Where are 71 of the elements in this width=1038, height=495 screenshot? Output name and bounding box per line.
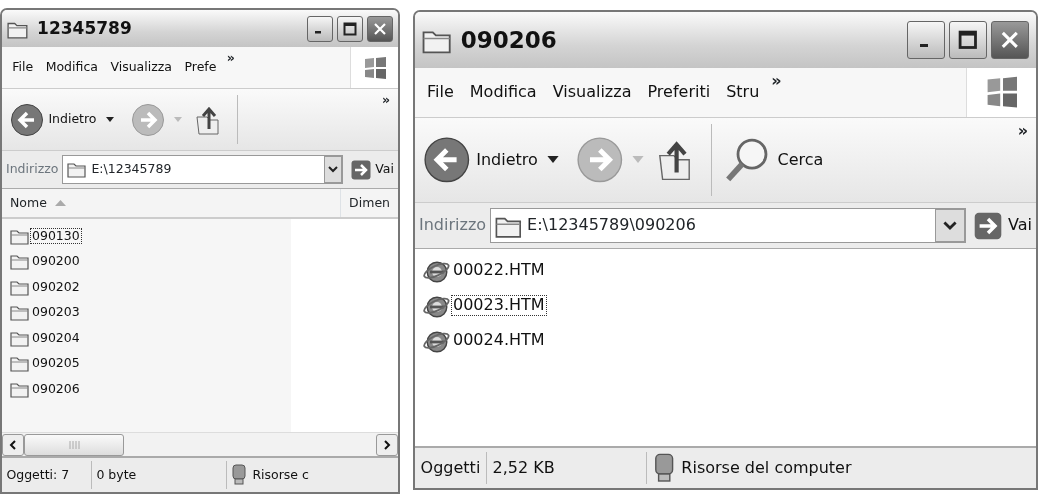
dropdown-caret-icon[interactable] <box>545 155 560 165</box>
status-pane: Oggetti: 7 <box>2 461 92 489</box>
search-button[interactable]: Cerca <box>724 136 824 184</box>
folder-icon <box>67 160 88 179</box>
menu-item[interactable]: File <box>419 83 462 102</box>
folder-name[interactable]: 090204 <box>30 329 82 346</box>
address-label: Indirizzo <box>419 216 487 235</box>
folder-name[interactable]: 090206 <box>30 380 82 397</box>
status-pane: Risorse c <box>227 461 398 489</box>
menu-item[interactable]: Visualizza <box>104 60 179 75</box>
status-pane: Risorse del computer <box>646 452 1036 484</box>
dropdown-button[interactable] <box>935 208 966 243</box>
grip-icon <box>68 440 80 449</box>
web-page-name[interactable]: 00024.HTM <box>451 330 547 351</box>
menu-item[interactable]: Modifica <box>461 83 545 102</box>
menu-item[interactable]: Preferiti <box>639 83 719 102</box>
scroll-right-icon[interactable] <box>383 439 391 450</box>
chevron-down-icon <box>327 166 338 173</box>
status-pane: 2,52 KB <box>486 452 647 484</box>
computer-icon <box>652 452 675 484</box>
dropdown-button[interactable] <box>323 156 342 183</box>
go-button[interactable]: Vai <box>350 159 394 180</box>
web-page-name[interactable]: 00023.HTM <box>451 295 547 316</box>
window-title: 12345789 <box>37 18 133 39</box>
minimize-button[interactable] <box>907 21 946 59</box>
window-title: 090206 <box>460 26 558 54</box>
status-pane: 0 byte <box>92 461 227 489</box>
address-field[interactable]: E:\12345789 <box>62 155 343 184</box>
folder-name[interactable]: 090130 <box>30 227 82 244</box>
go-button[interactable]: Vai <box>974 211 1032 240</box>
minimize-button[interactable] <box>306 15 333 42</box>
folder-icon <box>10 303 30 322</box>
column-header[interactable]: Dimen <box>340 189 398 217</box>
back-button[interactable]: Indietro <box>10 102 97 137</box>
maximize-button[interactable] <box>949 21 988 59</box>
maximize-icon <box>958 30 978 50</box>
maximize-icon <box>342 21 357 36</box>
menu-item[interactable]: Stru <box>718 83 768 102</box>
close-button[interactable] <box>366 15 393 42</box>
folder-name[interactable]: 090205 <box>30 355 82 372</box>
chevron-down-icon <box>943 220 958 231</box>
menu-item[interactable]: Visualizza <box>544 83 640 102</box>
minimize-icon <box>315 31 322 34</box>
folder-name[interactable]: 090202 <box>30 278 82 295</box>
folder-name[interactable]: 090203 <box>30 304 82 321</box>
dropdown-caret-icon[interactable] <box>104 116 115 123</box>
maximize-button[interactable] <box>336 15 363 42</box>
scroll-left-icon[interactable] <box>9 439 17 450</box>
menu-overflow-chevron[interactable]: » <box>226 51 235 66</box>
menu-overflow-chevron[interactable]: » <box>771 72 782 91</box>
minimize-icon <box>919 43 929 48</box>
folder-icon <box>10 354 30 373</box>
scrollbar-thumb[interactable] <box>24 433 124 456</box>
status-pane: Oggetti <box>415 452 487 484</box>
address-field[interactable]: E:\12345789\090206 <box>490 207 967 244</box>
column-header[interactable]: Nome <box>2 189 341 217</box>
menu-item[interactable]: File <box>6 60 40 75</box>
toolbar-overflow-chevron[interactable]: » <box>381 93 390 108</box>
close-icon <box>1000 30 1020 50</box>
folder-icon <box>10 252 30 271</box>
menu-item[interactable]: Modifica <box>39 60 105 75</box>
computer-icon <box>231 464 248 486</box>
menu-item[interactable]: Prefe <box>178 60 223 75</box>
horizontal-scrollbar[interactable] <box>2 432 398 456</box>
web-page-name[interactable]: 00022.HTM <box>451 260 547 281</box>
folder-name[interactable]: 090200 <box>30 253 82 270</box>
close-button[interactable] <box>991 21 1030 59</box>
toolbar-overflow-chevron[interactable]: » <box>1017 122 1028 141</box>
close-icon <box>372 21 387 36</box>
address-label: Indirizzo <box>6 162 59 177</box>
back-button[interactable]: Indietro <box>423 136 538 184</box>
